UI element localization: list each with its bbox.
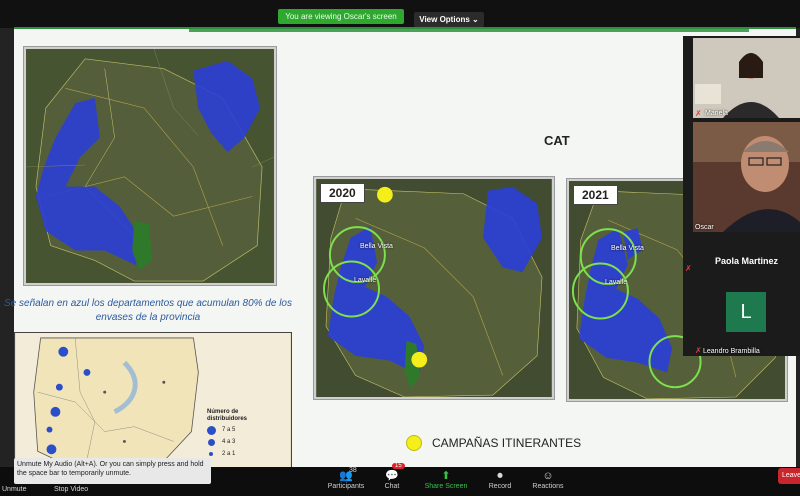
participant-avatar	[693, 122, 800, 232]
town-lavalle-2020: Lavalle	[354, 277, 377, 284]
legend-row: 4 a 3	[207, 437, 267, 447]
campaign-marker	[377, 186, 393, 203]
participant-name: Oscar	[695, 224, 714, 231]
video-tile-paola[interactable]: Paola Martinez	[693, 236, 800, 286]
year-label-2021: 2021	[573, 185, 618, 205]
chat-unread-badge: 15	[392, 463, 405, 469]
participant-name: Paola Martinez	[714, 256, 779, 266]
muted-mic-icon: ✗	[695, 346, 702, 355]
share-screen-label: Share Screen	[424, 483, 468, 490]
participant-video-panel: ✗ Mariela Oscar Paola Martinez ✗ L ✗ Lea…	[683, 36, 800, 356]
chat-button[interactable]: 💬 Chat	[362, 470, 422, 490]
video-tile-oscar[interactable]: Oscar	[693, 122, 800, 232]
participants-label: Participants	[327, 483, 365, 490]
reactions-label: Reactions	[532, 483, 564, 490]
province-satellite-map	[24, 47, 276, 285]
shared-slide: Se señalan en azul los departamentos que…	[4, 27, 796, 472]
campaign-dot-icon	[406, 435, 422, 451]
share-screen-button[interactable]: ⬆ Share Screen	[416, 470, 476, 490]
chat-label: Chat	[384, 483, 400, 490]
unmute-tooltip: Unmute My Audio (Alt+A). Or you can simp…	[14, 458, 211, 484]
map-caption: Se señalan en azul los departamentos que…	[4, 298, 292, 323]
participant-name: Mariela	[705, 110, 728, 117]
distributor-marker	[55, 383, 63, 391]
distributor-marker	[83, 368, 91, 376]
smiley-icon: ☺	[542, 470, 554, 482]
record-label: Record	[488, 483, 512, 490]
legend-label: 2 a 1	[222, 451, 236, 457]
reactions-button[interactable]: ☺ Reactions	[518, 470, 578, 490]
legend-title: Número de distribuidores	[207, 409, 248, 422]
share-screen-icon: ⬆	[441, 470, 451, 482]
map-2020-graphic	[316, 179, 552, 397]
town-lavalle-2021: Lavalle	[605, 279, 628, 286]
distributor-marker	[46, 444, 57, 455]
distributors-legend: Número de distribuidores 7 a 5 4 a 3 2 a…	[207, 409, 267, 459]
campaign-marker	[411, 351, 428, 368]
unmute-button[interactable]: Unmute	[2, 486, 27, 493]
legend-dot-medium	[208, 438, 215, 446]
avatar: L	[726, 292, 766, 332]
distributor-marker	[58, 346, 69, 357]
view-options-button[interactable]: View Options ⌄	[414, 12, 484, 27]
leave-button[interactable]: Leave	[778, 468, 800, 484]
town-bella-vista-2020: Bella Vista	[360, 243, 393, 250]
participant-avatar	[693, 38, 800, 118]
legend-row: 7 a 5	[207, 425, 267, 435]
year-label-2020: 2020	[320, 183, 365, 203]
legend-label: 7 a 5	[222, 427, 236, 433]
muted-mic-icon: ✗	[685, 264, 692, 273]
map-2020: 2020 Bella Vista Lavalle	[314, 177, 554, 399]
participant-name: Leandro Brambilla	[703, 348, 760, 355]
chat-bubble-icon: 💬	[385, 470, 399, 482]
legend-dot-small	[209, 452, 213, 456]
legend-label: 4 a 3	[222, 439, 236, 445]
slide-accent-stripe	[189, 29, 749, 32]
zoom-window: You are viewing Oscar's screen View Opti…	[0, 0, 800, 496]
participants-count: 38	[349, 467, 357, 474]
legend-row: 2 a 1	[207, 449, 267, 459]
video-tile-mariela[interactable]: ✗ Mariela	[693, 38, 800, 118]
viewing-screen-banner: You are viewing Oscar's screen	[278, 9, 404, 24]
town-bella-vista-2021: Bella Vista	[611, 245, 644, 252]
muted-mic-icon: ✗	[695, 109, 702, 118]
legend-dot-large	[207, 425, 216, 435]
distributor-marker	[50, 406, 61, 417]
distributor-marker	[46, 426, 53, 433]
distributors-map: Número de distribuidores 7 a 5 4 a 3 2 a…	[14, 332, 292, 472]
campaigns-label: CAMPAÑAS ITINERANTES	[432, 436, 582, 450]
campaigns-legend: CAMPAÑAS ITINERANTES	[406, 435, 581, 451]
video-tile-leandro[interactable]: L ✗ Leandro Brambilla	[693, 288, 800, 356]
stop-video-button[interactable]: Stop Video	[54, 486, 88, 493]
province-map-graphic	[26, 49, 274, 283]
cat-title: CAT	[544, 133, 570, 148]
